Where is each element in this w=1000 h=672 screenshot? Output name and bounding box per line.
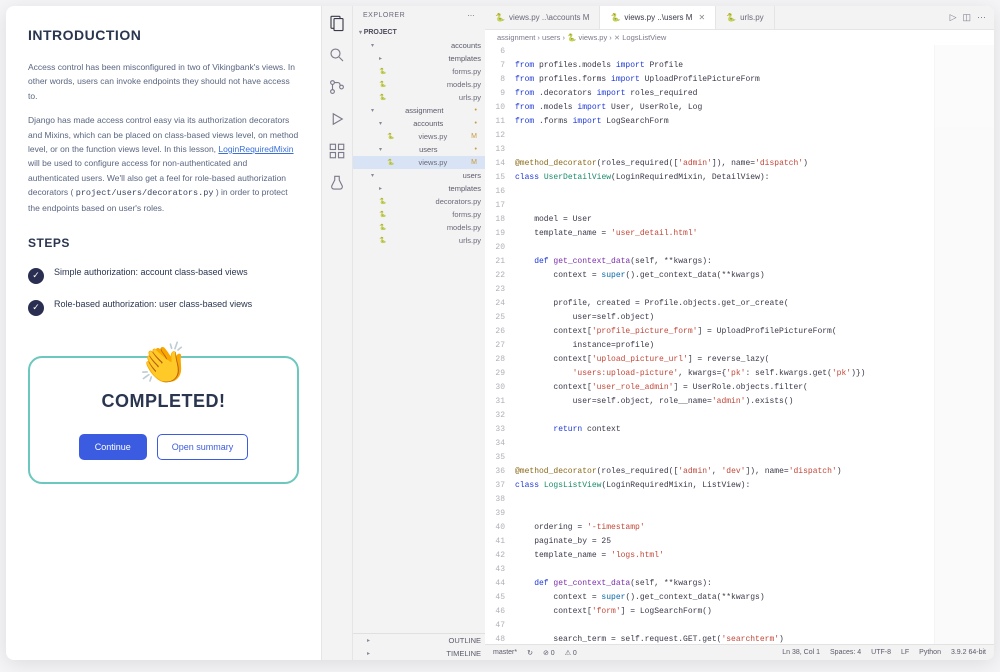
steps-title: STEPS [28,233,299,253]
testing-icon[interactable] [328,174,346,192]
editor-tab[interactable]: 🐍views.py ..\accounts M [485,6,600,29]
tab-actions: ▷ ◫ ⋯ [950,6,994,29]
login-required-mixin-link[interactable]: LoginRequiredMixin [218,144,293,154]
editor-tab[interactable]: 🐍views.py ..\users M✕ [600,6,716,29]
lesson-panel: INTRODUCTION Access control has been mis… [6,6,321,660]
file-forms-py[interactable]: forms.py [353,65,485,78]
explorer-icon[interactable] [328,14,346,32]
file-urls-py[interactable]: urls.py [353,234,485,247]
folder-accounts[interactable]: accounts• [353,117,485,130]
file-models-py[interactable]: models.py [353,78,485,91]
lesson-paragraph-2: Django has made access control easy via … [28,113,299,215]
breadcrumb[interactable]: assignment › users › 🐍 views.py › ⨯ Logs… [485,30,994,45]
activity-bar [321,6,353,660]
close-icon[interactable]: ✕ [698,13,705,22]
errors-count[interactable]: ⊘ 0 [543,649,555,657]
file-views-py[interactable]: views.pyM [353,130,485,143]
folder-assignment[interactable]: assignment• [353,104,485,117]
folder-templates[interactable]: templates [353,52,485,65]
step-2-text: Role-based authorization: user class-bas… [54,298,252,316]
continue-button[interactable]: Continue [79,434,147,460]
minimap[interactable] [934,45,994,644]
indentation[interactable]: Spaces: 4 [830,649,861,656]
file-urls-py[interactable]: urls.py [353,91,485,104]
lesson-paragraph-1: Access control has been misconfigured in… [28,60,299,103]
python-version[interactable]: 3.9.2 64-bit [951,649,986,656]
sync-icon[interactable]: ↻ [527,649,533,657]
run-debug-icon[interactable] [328,110,346,128]
clap-icon: 👏 [139,330,189,398]
more-icon[interactable]: ⋯ [977,12,986,23]
code-body[interactable]: from profiles.models import Profilefrom … [511,45,994,644]
timeline-section[interactable]: TIMELINE [353,647,485,660]
check-icon: ✓ [28,268,44,284]
git-branch[interactable]: master* [493,649,517,657]
check-icon: ✓ [28,300,44,316]
folder-templates[interactable]: templates [353,182,485,195]
step-1: ✓ Simple authorization: account class-ba… [28,266,299,284]
explorer-header: EXPLORER ⋯ [353,6,485,26]
file-decorators-py[interactable]: decorators.py [353,195,485,208]
folder-accounts[interactable]: accounts [353,39,485,52]
search-icon[interactable] [328,46,346,64]
file-forms-py[interactable]: forms.py [353,208,485,221]
explorer-panel: EXPLORER ⋯ PROJECT accountstemplatesform… [353,6,485,660]
file-tree: accountstemplatesforms.pymodels.pyurls.p… [353,39,485,633]
folder-users[interactable]: users [353,169,485,182]
lesson-title: INTRODUCTION [28,24,299,48]
warnings-count[interactable]: ⚠ 0 [565,649,577,657]
editor-tab[interactable]: 🐍urls.py [716,6,775,29]
encoding[interactable]: UTF-8 [871,649,891,656]
completed-card: 👏 COMPLETED! Continue Open summary [28,356,299,485]
editor-tabs: 🐍views.py ..\accounts M🐍views.py ..\user… [485,6,994,30]
code-editor[interactable]: 6789101112131415161718192021222324252627… [485,45,994,644]
folder-users[interactable]: users• [353,143,485,156]
language-mode[interactable]: Python [919,649,941,656]
eol[interactable]: LF [901,649,909,656]
split-icon[interactable]: ◫ [962,12,971,23]
run-icon[interactable]: ▷ [950,12,957,23]
outline-section[interactable]: OUTLINE [353,634,485,647]
project-section[interactable]: PROJECT [353,26,485,39]
explorer-more-icon[interactable]: ⋯ [468,12,476,20]
decorators-path-code: project/users/decorators.py [76,188,214,198]
line-numbers: 6789101112131415161718192021222324252627… [485,45,511,644]
file-views-py[interactable]: views.pyM [353,156,485,169]
cursor-position[interactable]: Ln 38, Col 1 [782,649,820,656]
source-control-icon[interactable] [328,78,346,96]
step-1-text: Simple authorization: account class-base… [54,266,248,284]
editor-area: 🐍views.py ..\accounts M🐍views.py ..\user… [485,6,994,660]
explorer-title: EXPLORER [363,12,405,20]
file-models-py[interactable]: models.py [353,221,485,234]
open-summary-button[interactable]: Open summary [157,434,249,460]
extensions-icon[interactable] [328,142,346,160]
step-2: ✓ Role-based authorization: user class-b… [28,298,299,316]
status-bar: master* ↻ ⊘ 0 ⚠ 0 Ln 38, Col 1 Spaces: 4… [485,644,994,660]
